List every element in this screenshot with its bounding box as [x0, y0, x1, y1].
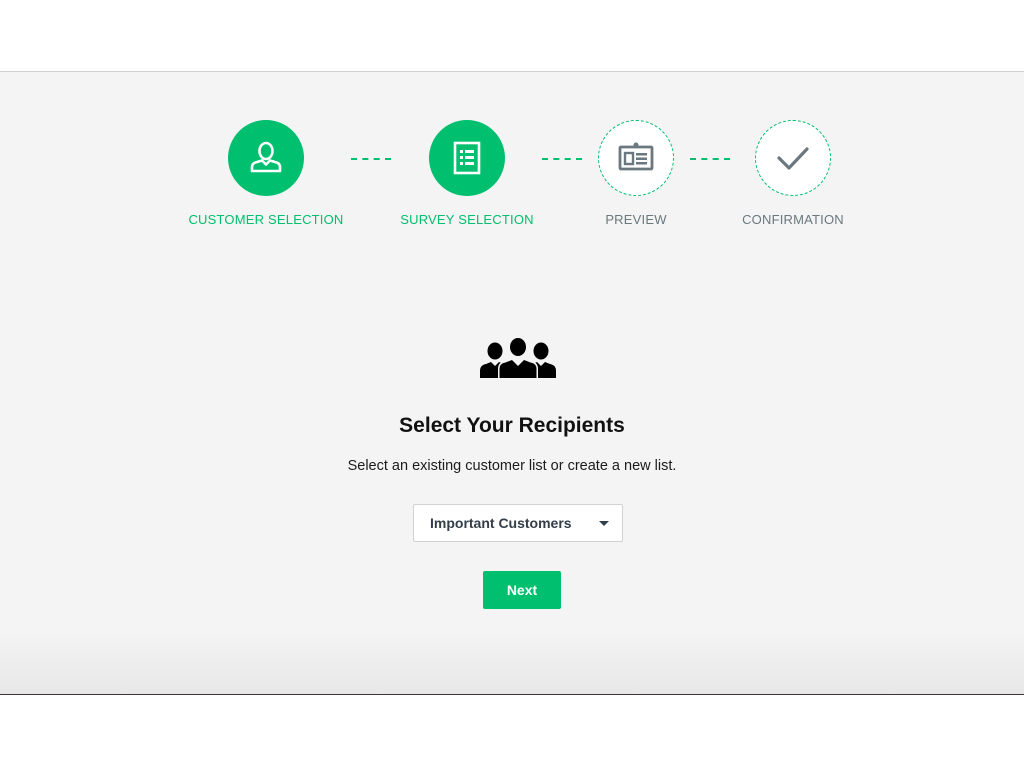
step-confirmation[interactable]: CONFIRMATION: [703, 120, 883, 227]
caret-down-icon: [599, 520, 609, 526]
list-document-icon: [453, 141, 481, 175]
person-icon: [250, 141, 282, 173]
step-circle: [228, 120, 304, 196]
page-title: Select Your Recipients: [399, 414, 625, 437]
step-label: PREVIEW: [605, 212, 667, 227]
selected-list-value: Important Customers: [430, 515, 572, 531]
step-circle: [598, 120, 674, 196]
checkmark-icon: [777, 147, 809, 170]
step-label: SURVEY SELECTION: [400, 212, 534, 227]
step-label: CUSTOMER SELECTION: [188, 212, 344, 227]
step-circle: [755, 120, 831, 196]
next-button[interactable]: Next: [483, 571, 561, 609]
step-label: CONFIRMATION: [742, 212, 844, 227]
step-preview[interactable]: PREVIEW: [546, 120, 726, 227]
id-badge-icon: [618, 142, 654, 171]
bottom-bar: [0, 695, 1024, 768]
top-bar: [0, 0, 1024, 71]
page-subtitle: Select an existing customer list or crea…: [347, 458, 677, 474]
step-circle: [429, 120, 505, 196]
customer-list-select[interactable]: Important Customers: [413, 504, 623, 542]
step-survey-selection[interactable]: SURVEY SELECTION: [377, 120, 557, 227]
step-customer-selection[interactable]: CUSTOMER SELECTION: [176, 120, 356, 227]
group-icon: [480, 337, 556, 378]
